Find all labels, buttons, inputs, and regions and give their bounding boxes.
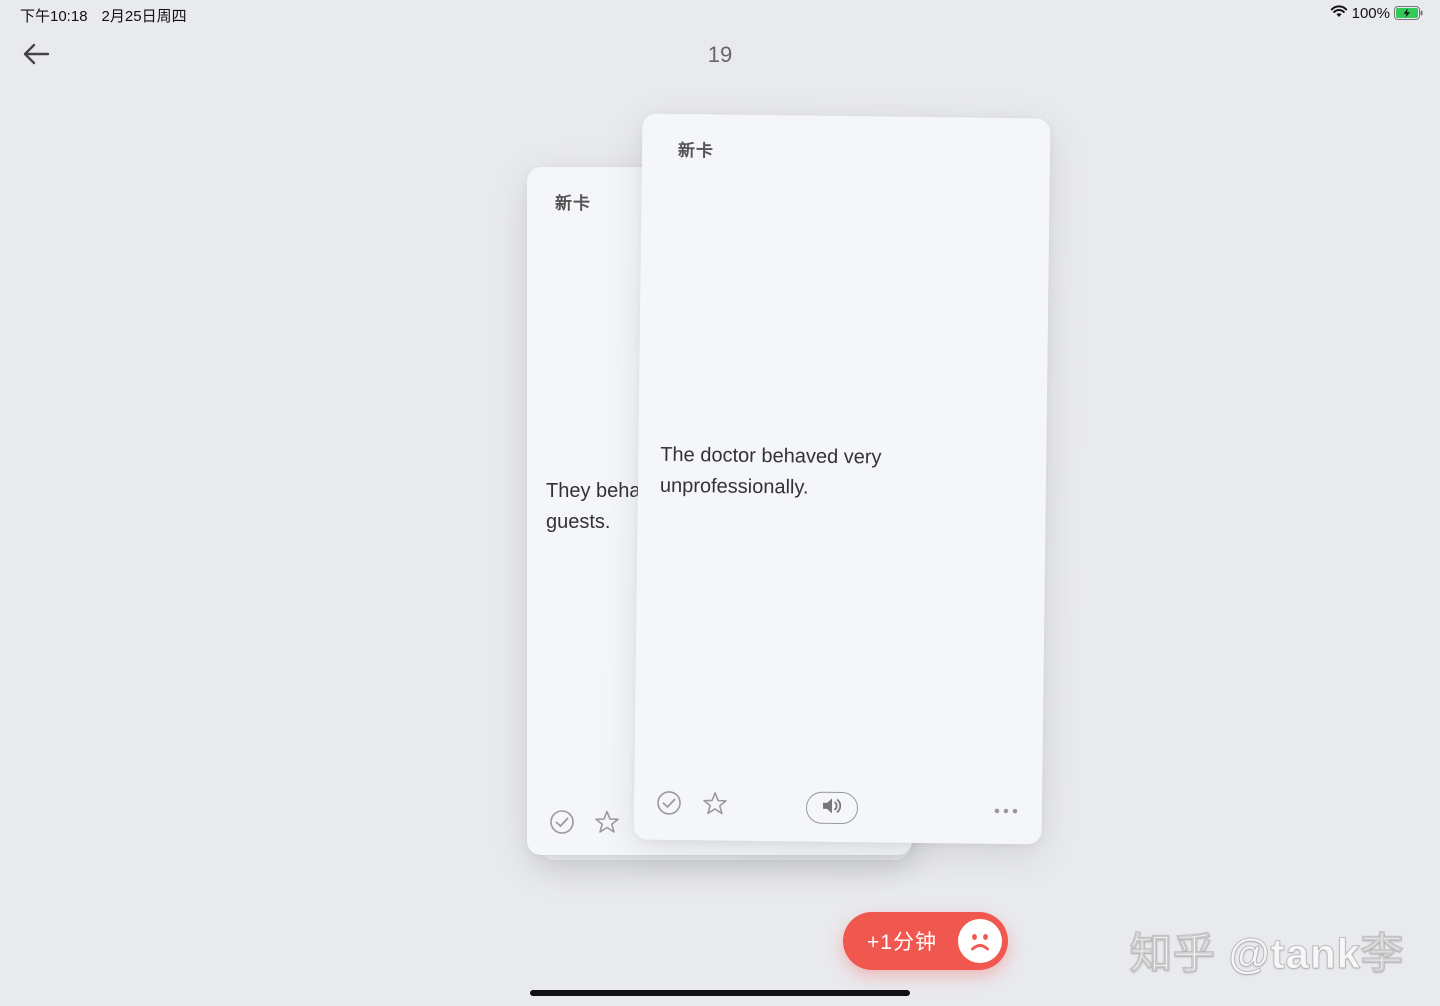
wifi-icon (1330, 4, 1348, 22)
add-one-minute-button[interactable]: +1分钟 (843, 912, 1008, 970)
check-circle-icon (549, 809, 575, 840)
card-counter: 19 (707, 42, 733, 67)
battery-charging-icon (1394, 6, 1423, 20)
favorite-button[interactable] (592, 809, 622, 839)
add-time-label: +1分钟 (867, 931, 937, 954)
card-sentence: The doctor behaved very unprofessionally… (659, 443, 882, 499)
speaker-icon (820, 795, 844, 820)
home-indicator[interactable] (530, 990, 910, 996)
more-dots-icon (994, 801, 1018, 819)
card-tag: 新卡 (555, 194, 591, 213)
battery-percent: 100% (1351, 4, 1390, 22)
card-tag: 新卡 (677, 140, 715, 161)
card-sentence: They beha guests. (546, 480, 641, 533)
more-options-button[interactable] (992, 802, 1020, 818)
check-circle-icon (656, 789, 682, 820)
mark-known-button[interactable] (654, 790, 684, 820)
flashcard-front[interactable]: 新卡 The doctor behaved very unprofessiona… (633, 113, 1051, 845)
play-audio-button[interactable] (805, 791, 859, 825)
status-bar-left: 下午10:18 2月25日周四 (20, 5, 187, 26)
star-icon (594, 809, 620, 840)
status-bar-right: 100% (1330, 4, 1423, 22)
status-time: 下午10:18 (20, 8, 88, 25)
sad-face-icon (958, 919, 1002, 963)
watermark: 知乎 @tank李 (1130, 930, 1404, 978)
status-date: 2月25日周四 (101, 8, 187, 25)
mark-known-button[interactable] (547, 809, 577, 839)
favorite-button[interactable] (700, 790, 730, 820)
star-icon (702, 790, 728, 821)
